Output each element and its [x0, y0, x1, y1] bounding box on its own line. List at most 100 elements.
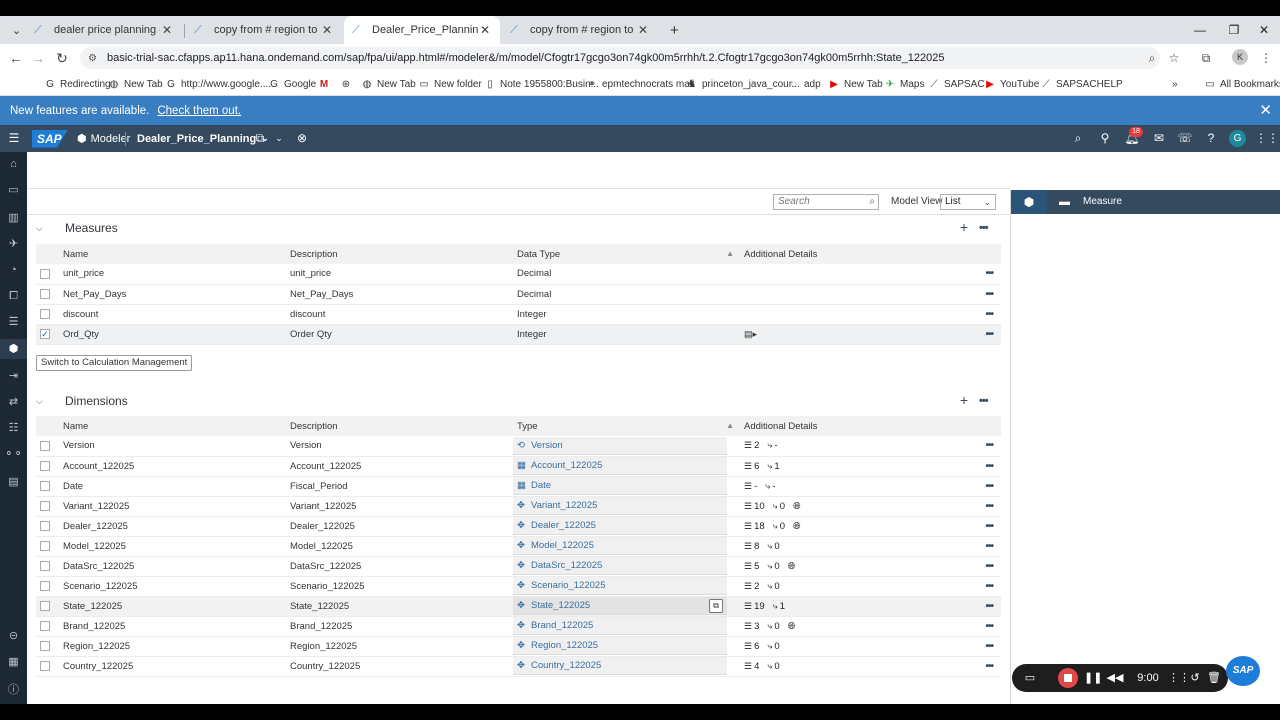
model-view-select[interactable]: List ⌄	[940, 194, 996, 210]
close-banner-icon[interactable]: ✕	[1259, 101, 1272, 119]
close-tab-icon[interactable]: ✕	[478, 23, 492, 37]
dimension-row[interactable]: Brand_122025 Brand_122025 ✥ Brand_122025 ☰ 3 ⤷…	[36, 616, 1001, 637]
column-header[interactable]: Type ▲	[513, 416, 740, 436]
bookmark-folder[interactable]: ▭ New folder	[418, 72, 482, 96]
bookmark-item[interactable]: G Redirecting	[44, 72, 110, 96]
row-checkbox[interactable]	[40, 640, 50, 651]
check-them-out-link[interactable]: Check them out.	[157, 105, 241, 117]
bookmark-item[interactable]: ✈ Maps	[884, 72, 925, 96]
row-more-options-icon[interactable]: •••	[985, 309, 993, 320]
site-info-icon[interactable]: ⚙	[88, 53, 97, 64]
row-checkbox[interactable]	[40, 620, 50, 631]
close-tab-icon[interactable]: ✕	[160, 23, 174, 37]
dimension-row[interactable]: DataSrc_122025 DataSrc_122025 ✥ DataSrc_122…	[36, 556, 1001, 577]
digital-boardroom-icon[interactable]: ◔	[0, 260, 27, 280]
rewind-icon[interactable]: ◀◀	[1106, 664, 1124, 692]
deployment-icon[interactable]: ▦	[0, 652, 27, 672]
column-header[interactable]: Additional Details	[740, 416, 1001, 436]
feedback-icon[interactable]: ☏	[1175, 125, 1195, 152]
extensions-icon[interactable]: ⧉	[1196, 48, 1216, 68]
open-dimension-icon[interactable]: ⧉	[709, 599, 723, 613]
sort-ascending-icon[interactable]: ▲	[726, 421, 734, 430]
more-options-icon[interactable]: •••	[979, 222, 989, 234]
dimension-row[interactable]: Model_122025 Model_122025 ✥ Model_122025 ☰ 8 ⤷…	[36, 536, 1001, 557]
row-checkbox[interactable]	[40, 308, 50, 319]
dimension-row[interactable]: Account_122025 Account_122025 ▦ Account_122…	[36, 456, 1001, 477]
zoom-icon[interactable]: ⌕	[1142, 48, 1162, 68]
security-icon[interactable]: ⊝	[0, 626, 27, 646]
tab-search-chevron-icon[interactable]: ⌄	[4, 16, 24, 44]
user-avatar[interactable]: G	[1229, 130, 1246, 147]
bookmark-star-icon[interactable]: ☆	[1164, 48, 1184, 68]
all-bookmarks[interactable]: ▭ All Bookmarks	[1204, 72, 1280, 96]
bookmark-item[interactable]: ◍ New Tab	[108, 72, 163, 96]
sap-logo[interactable]: SAP	[32, 129, 68, 148]
profile-avatar[interactable]: K	[1232, 49, 1248, 65]
row-checkbox[interactable]	[40, 660, 50, 671]
collapse-chevron-icon[interactable]: ⌵	[36, 223, 56, 234]
data-action-icon[interactable]: ⇥	[0, 366, 27, 386]
minimize-icon[interactable]: —	[1184, 16, 1216, 44]
close-model-icon[interactable]: ⊗	[292, 125, 312, 152]
files-icon[interactable]: ▭	[0, 180, 27, 200]
dimension-row[interactable]: Scenario_122025 Scenario_122025 ✥ Scenario_…	[36, 576, 1001, 597]
measure-icon[interactable]: ▬	[1059, 190, 1075, 214]
dimension-type-link[interactable]: ✥ Model_122025	[513, 537, 727, 555]
delete-icon[interactable]: 🗑︎	[1205, 664, 1223, 692]
bookmark-item[interactable]: ▶ YouTube	[984, 72, 1039, 96]
url-field[interactable]: ⚙ basic-trial-sac.cfapps.ap11.hana.ondem…	[80, 47, 1160, 69]
bookmark-item[interactable]: ♞ princeton_java_cour...	[686, 72, 800, 96]
search-icon[interactable]: ⌕	[869, 195, 875, 209]
dimension-type-link[interactable]: ✥ Dealer_122025	[513, 517, 727, 535]
multi-action-icon[interactable]: ⇄	[0, 392, 27, 412]
tab-copy-region-1[interactable]: ⟋ copy from # region to regions ✕	[186, 16, 342, 44]
row-checkbox[interactable]	[40, 440, 50, 451]
row-more-options-icon[interactable]: •••	[985, 268, 993, 279]
bookmark-item[interactable]: ⟋ SAPSACHELP	[1040, 72, 1123, 96]
dimension-type-link[interactable]: ✥ Region_122025	[513, 637, 727, 655]
bookmark-item[interactable]: G Google	[268, 72, 316, 96]
connections-icon[interactable]: ⚬⚬	[0, 444, 27, 464]
dimension-row[interactable]: Country_122025 Country_122025 ✥ Country_122…	[36, 656, 1001, 677]
bookmark-item[interactable]: ⚭ epmtechnocrats mail	[586, 72, 694, 96]
row-more-options-icon[interactable]: •••	[985, 561, 993, 572]
row-more-options-icon[interactable]: •••	[985, 661, 993, 672]
back-arrow-icon[interactable]: ←	[6, 48, 26, 68]
chevron-down-icon[interactable]: ⌄	[269, 125, 289, 152]
column-header[interactable]: Description	[286, 416, 513, 436]
stop-recording-button[interactable]	[1058, 668, 1078, 688]
bookmark-gmail[interactable]: M	[318, 72, 334, 96]
home-icon[interactable]: ⌂	[0, 154, 27, 174]
product-switch-icon[interactable]: ⋮⋮	[1255, 125, 1279, 152]
dimension-row[interactable]: Region_122025 Region_122025 ✥ Region_122025…	[36, 636, 1001, 657]
bookmark-chatgpt[interactable]: ⊛	[340, 72, 356, 96]
column-header[interactable]: Description	[286, 244, 513, 264]
tab-modeler[interactable]: ⟋ Dealer_Price_Planning - Modeler ✕	[344, 16, 500, 44]
restart-icon[interactable]: ↺	[1186, 664, 1204, 692]
bookmark-item[interactable]: ◍ New Tab	[361, 72, 416, 96]
measure-row[interactable]: unit_price unit_price Decimal •••	[36, 264, 1001, 285]
dimension-row[interactable]: Version Version ⟲ Version ☰ 2 ⤷ - •••	[36, 436, 1001, 457]
dimension-type-link[interactable]: ✥ Variant_122025	[513, 497, 727, 515]
row-more-options-icon[interactable]: •••	[985, 541, 993, 552]
bookmark-item[interactable]: ◌ adp	[788, 72, 821, 96]
close-tab-icon[interactable]: ✕	[636, 23, 650, 37]
add-measure-button[interactable]: +	[957, 219, 971, 235]
row-more-options-icon[interactable]: •••	[985, 289, 993, 300]
row-checkbox[interactable]	[40, 600, 50, 611]
row-more-options-icon[interactable]: •••	[985, 440, 993, 451]
app-name[interactable]: ⬢ Modeler	[77, 125, 130, 152]
row-more-options-icon[interactable]: •••	[985, 521, 993, 532]
row-checkbox[interactable]: ✓	[40, 328, 50, 339]
catalog-icon[interactable]: ☰	[0, 312, 27, 332]
row-more-options-icon[interactable]: •••	[985, 461, 993, 472]
dimension-row[interactable]: State_122025 State_122025 ✥ State_122025 ⧉ ☰ 1…	[36, 596, 1001, 617]
pause-icon[interactable]: ❚❚	[1084, 664, 1102, 692]
hamburger-menu-icon[interactable]: ☰	[4, 125, 24, 152]
model-name-menu[interactable]: Dealer_Price_Planning ⌄	[137, 125, 269, 152]
dimension-type-link[interactable]: ▦ Date	[513, 477, 727, 495]
dimension-row[interactable]: Date Fiscal_Period ▦ Date ☰ - ⤷ - •••	[36, 476, 1001, 497]
dimension-type-link[interactable]: ✥ DataSrc_122025	[513, 557, 727, 575]
calendar-icon[interactable]: ☷	[0, 418, 27, 438]
column-header[interactable]: Data Type ▲	[513, 244, 740, 264]
